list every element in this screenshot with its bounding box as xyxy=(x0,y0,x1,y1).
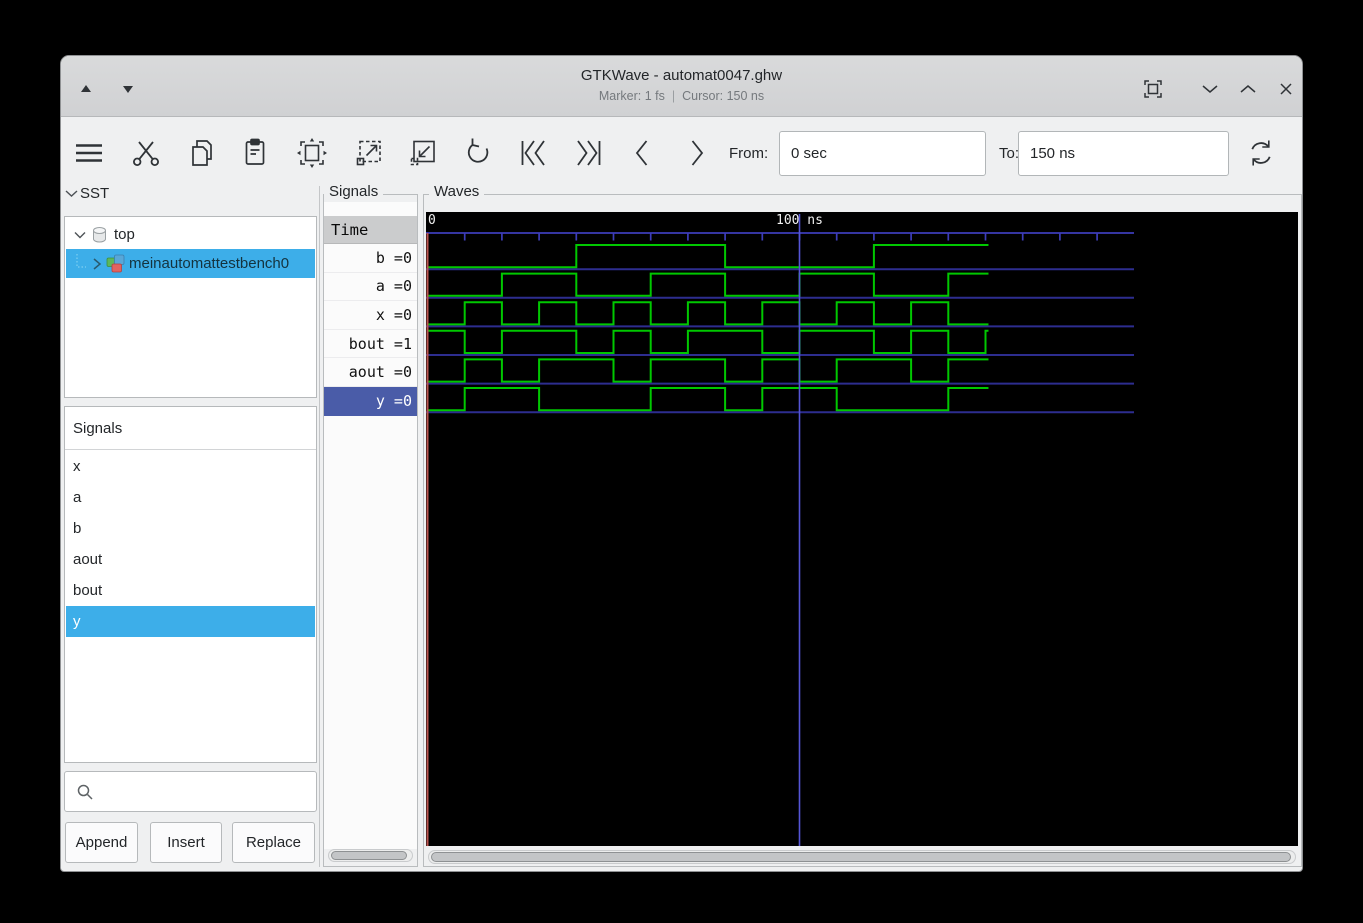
wave-canvas[interactable]: 0 100 ns xyxy=(426,212,1298,846)
screen: GTKWave - automat0047.ghw Marker: 1 fs | C… xyxy=(0,0,1363,923)
signals-hscrollbar[interactable] xyxy=(328,849,413,862)
expander-down-icon xyxy=(74,231,86,239)
skip-to-end-icon xyxy=(572,136,606,170)
ruler-100ns-label: 100 ns xyxy=(776,213,823,228)
gtkwave-window: GTKWave - automat0047.ghw Marker: 1 fs | C… xyxy=(60,55,1303,872)
chevron-up-icon xyxy=(1240,84,1256,94)
search-input[interactable] xyxy=(99,772,313,813)
fullscreen-button[interactable] xyxy=(1142,78,1164,100)
chevron-down-icon xyxy=(1202,84,1218,94)
signals-hscrollbar-handle[interactable] xyxy=(331,851,407,860)
tree-item-testbench[interactable]: meinautomattestbench0 xyxy=(66,249,315,278)
signal-browser: Signals x a b aout bout y xyxy=(64,406,317,763)
sst-tree: top meinautomattestbench0 xyxy=(64,216,317,398)
list-item-bout[interactable]: bout xyxy=(66,575,315,606)
signals-frame-label: Signals xyxy=(324,183,383,200)
chevron-left-icon xyxy=(625,136,659,170)
cut-button[interactable] xyxy=(128,135,164,171)
signal-row-y[interactable]: y =0 xyxy=(324,387,417,416)
status-separator: | xyxy=(672,89,675,103)
waves-hscrollbar-handle[interactable] xyxy=(431,852,1291,862)
undo-icon xyxy=(461,136,495,170)
scissors-icon xyxy=(129,136,163,170)
minimize-button[interactable] xyxy=(1199,78,1221,100)
search-icon xyxy=(76,783,94,801)
zoom-fit-button[interactable] xyxy=(294,135,330,171)
tree-item-top[interactable]: top xyxy=(66,220,315,249)
zoom-out-icon xyxy=(406,136,440,170)
time-header[interactable]: Time xyxy=(324,216,417,244)
signal-row-a[interactable]: a =0 xyxy=(324,273,417,302)
zoom-out-button[interactable] xyxy=(405,135,441,171)
menu-icon xyxy=(72,136,106,170)
list-item-x[interactable]: x xyxy=(66,451,315,482)
close-icon xyxy=(1279,82,1293,96)
clipboard-icon xyxy=(238,136,272,170)
step-right-button[interactable] xyxy=(679,135,715,171)
waves-hscrollbar[interactable] xyxy=(428,850,1296,864)
search-box[interactable] xyxy=(64,771,317,812)
signal-row-b[interactable]: b =0 xyxy=(324,244,417,273)
sst-header-label: SST xyxy=(80,185,109,202)
waves-frame-label: Waves xyxy=(429,183,484,200)
zoom-in-button[interactable] xyxy=(351,135,387,171)
menu-button[interactable] xyxy=(71,135,107,171)
chevron-right-icon xyxy=(680,136,714,170)
close-button[interactable] xyxy=(1275,78,1297,100)
tree-branch-icon xyxy=(72,254,88,274)
undo-button[interactable] xyxy=(460,135,496,171)
zoom-in-icon xyxy=(352,136,386,170)
append-button[interactable]: Append xyxy=(65,822,138,863)
marker-status: Marker: 1 fs xyxy=(599,89,665,103)
tree-item-label: meinautomattestbench0 xyxy=(129,255,289,272)
skip-to-end-button[interactable] xyxy=(571,135,607,171)
list-item-a[interactable]: a xyxy=(66,482,315,513)
maximize-button[interactable] xyxy=(1237,78,1259,100)
paste-button[interactable] xyxy=(237,135,273,171)
list-item-y[interactable]: y xyxy=(66,606,315,637)
ruler-origin-label: 0 xyxy=(428,213,436,228)
reload-icon xyxy=(1244,136,1278,170)
titlebar[interactable]: GTKWave - automat0047.ghw Marker: 1 fs | C… xyxy=(61,56,1302,117)
fullscreen-icon xyxy=(1142,78,1164,100)
to-label: To: xyxy=(999,145,1019,162)
signal-browser-header: Signals xyxy=(65,407,316,450)
expander-down-icon xyxy=(65,189,78,198)
database-cylinder-icon xyxy=(91,226,108,244)
signal-row-aout[interactable]: aout =0 xyxy=(324,358,417,387)
replace-label: Replace xyxy=(246,834,301,851)
skip-to-start-button[interactable] xyxy=(515,135,551,171)
status-text: Marker: 1 fs | Cursor: 150 ns xyxy=(61,89,1302,103)
insert-button[interactable]: Insert xyxy=(150,822,222,863)
step-left-button[interactable] xyxy=(624,135,660,171)
to-input[interactable] xyxy=(1018,131,1229,176)
signal-row-x[interactable]: x =0 xyxy=(324,301,417,330)
insert-label: Insert xyxy=(167,834,205,851)
from-label: From: xyxy=(729,145,768,162)
copy-icon xyxy=(185,136,219,170)
copy-button[interactable] xyxy=(184,135,220,171)
cursor-status: Cursor: 150 ns xyxy=(682,89,764,103)
sst-header[interactable]: SST xyxy=(65,185,109,202)
append-label: Append xyxy=(76,834,128,851)
reload-button[interactable] xyxy=(1243,135,1279,171)
window-title: GTKWave - automat0047.ghw xyxy=(61,67,1302,84)
signal-row-bout[interactable]: bout =1 xyxy=(324,330,417,359)
component-cubes-icon xyxy=(106,254,125,273)
pane-splitter-left[interactable] xyxy=(319,186,320,867)
signals-value-list: Time b =0 a =0 x =0 bout =1 aout =0 y =0 xyxy=(324,202,417,849)
skip-to-start-icon xyxy=(516,136,550,170)
expander-right-icon xyxy=(92,258,102,270)
waveform-plot xyxy=(426,212,1298,846)
from-input[interactable] xyxy=(779,131,986,176)
replace-button[interactable]: Replace xyxy=(232,822,315,863)
list-item-aout[interactable]: aout xyxy=(66,544,315,575)
list-item-b[interactable]: b xyxy=(66,513,315,544)
tree-item-label: top xyxy=(114,226,135,243)
zoom-fit-icon xyxy=(295,136,329,170)
